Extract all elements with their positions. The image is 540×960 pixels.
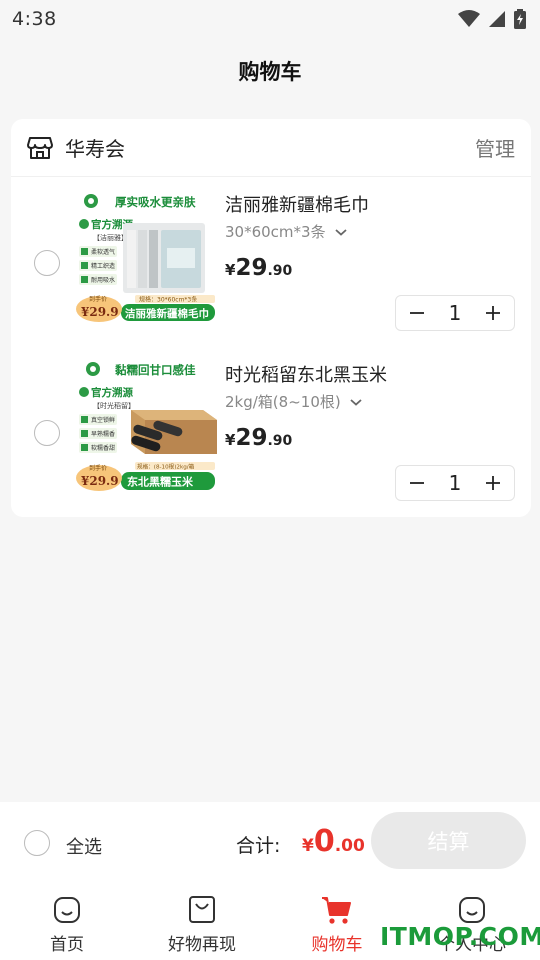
- tab-home[interactable]: 首页: [12, 882, 122, 955]
- increase-button[interactable]: [482, 474, 504, 492]
- item-price: ¥29.90: [225, 255, 292, 281]
- thumb-promo-label: 到手价: [89, 295, 107, 303]
- thumb-slogan: 厚实吸水更亲肤: [115, 195, 196, 209]
- chevron-down-icon: [350, 398, 362, 406]
- status-icons: [458, 9, 526, 29]
- thumb-feature: 软糯香甜: [91, 444, 115, 452]
- home-bag-icon: [54, 897, 80, 923]
- thumb-spec-note: 规格：30*60cm*3条: [139, 296, 197, 304]
- price-integer: 29: [235, 255, 268, 281]
- signal-icon: [489, 11, 505, 27]
- cart-item: 黏糯回甘口感佳 官方溯源 【时光稻留】 真空锁鲜 早熟糯香 软糯香甜 规格：(8…: [11, 353, 531, 513]
- price-currency: ¥: [225, 431, 236, 449]
- status-time: 4:38: [12, 8, 57, 30]
- item-select-checkbox[interactable]: [34, 250, 60, 276]
- item-price: ¥29.90: [225, 425, 292, 451]
- store-header: 华寿会 管理: [11, 119, 531, 177]
- quantity-value[interactable]: 1: [449, 301, 462, 325]
- tab-cart[interactable]: 购物车: [282, 882, 392, 955]
- total-label: 合计:: [236, 835, 281, 857]
- thumb-feature: 精工织造: [91, 262, 115, 270]
- total-amount: ¥0.00: [302, 824, 365, 859]
- product-image-towel[interactable]: 厚实吸水更亲肤 官方溯源 【洁丽雅】 柔软透气 精工织造 耐用吸水 规格：30*…: [75, 188, 217, 334]
- quantity-stepper: 1: [395, 295, 515, 331]
- thumb-promo-label: 到手价: [89, 464, 107, 472]
- page-title: 购物车: [238, 60, 302, 84]
- thumb-feature: 真空锁鲜: [91, 416, 115, 424]
- item-name[interactable]: 洁丽雅新疆棉毛巾: [225, 191, 369, 217]
- tab-label: 首页: [50, 935, 84, 955]
- tab-goods[interactable]: 好物再现: [147, 882, 257, 955]
- thumb-spec-note: 规格：(8-10根)2kg/箱: [137, 463, 195, 471]
- status-bar: 4:38: [0, 0, 540, 38]
- thumb-badge: 官方溯源: [91, 386, 133, 399]
- thumb-slogan: 黏糯回甘口感佳: [115, 363, 196, 377]
- store-name[interactable]: 华寿会: [65, 133, 125, 162]
- cart-item: 厚实吸水更亲肤 官方溯源 【洁丽雅】 柔软透气 精工织造 耐用吸水 规格：30*…: [11, 183, 531, 343]
- thumb-promo-price: ¥29.9: [81, 305, 119, 319]
- profile-bag-icon: [459, 897, 485, 923]
- battery-charging-icon: [514, 9, 526, 29]
- manage-button[interactable]: 管理: [475, 133, 515, 162]
- price-integer: 29: [235, 425, 268, 451]
- total-decimal: .00: [334, 836, 365, 856]
- thumb-banner: 东北黑糯玉米: [127, 475, 194, 489]
- cart-card: 华寿会 管理 厚实吸水更亲肤 官方溯源 【洁丽雅】 柔软透气 精工织造 耐用吸水: [11, 119, 531, 517]
- total-currency: ¥: [302, 836, 314, 856]
- select-all-checkbox[interactable]: [24, 830, 50, 856]
- thumb-brand: 【时光稻留】: [93, 401, 135, 410]
- watermark-text: ITMOP.COM: [380, 922, 540, 951]
- thumb-feature: 耐用吸水: [91, 276, 115, 284]
- shopping-bag-icon: [189, 896, 215, 923]
- chevron-down-icon: [334, 228, 347, 236]
- item-name[interactable]: 时光稻留东北黑玉米: [225, 361, 387, 387]
- select-all-label[interactable]: 全选: [66, 833, 102, 859]
- tab-label: 购物车: [311, 935, 363, 955]
- quantity-value[interactable]: 1: [449, 471, 462, 495]
- thumb-promo-price: ¥29.9: [81, 474, 119, 488]
- thumb-brand: 【洁丽雅】: [93, 233, 128, 242]
- decrease-button[interactable]: [406, 474, 428, 492]
- item-spec: 30*60cm*3条: [225, 223, 326, 241]
- thumb-banner: 洁丽雅新疆棉毛巾: [125, 307, 209, 320]
- price-decimal: .90: [267, 263, 293, 279]
- tab-label: 好物再现: [168, 935, 236, 955]
- thumb-feature: 早熟糯香: [91, 430, 115, 438]
- decrease-button[interactable]: [406, 304, 428, 322]
- item-spec: 2kg/箱(8~10根): [225, 393, 341, 411]
- increase-button[interactable]: [482, 304, 504, 322]
- product-image-corn[interactable]: 黏糯回甘口感佳 官方溯源 【时光稻留】 真空锁鲜 早熟糯香 软糯香甜 规格：(8…: [75, 358, 217, 504]
- thumb-feature: 柔软透气: [91, 248, 115, 256]
- price-currency: ¥: [225, 261, 236, 279]
- total-integer: 0: [313, 824, 335, 859]
- item-spec-selector[interactable]: 30*60cm*3条: [225, 221, 348, 242]
- checkout-bar: 全选 合计: ¥0.00 结算: [0, 802, 540, 882]
- item-select-checkbox[interactable]: [34, 420, 60, 446]
- store-icon[interactable]: [27, 136, 53, 160]
- item-spec-selector[interactable]: 2kg/箱(8~10根): [225, 391, 363, 412]
- quantity-stepper: 1: [395, 465, 515, 501]
- price-decimal: .90: [267, 433, 293, 449]
- cart-icon: [322, 897, 351, 924]
- wifi-icon: [458, 10, 480, 27]
- checkout-button[interactable]: 结算: [371, 812, 526, 869]
